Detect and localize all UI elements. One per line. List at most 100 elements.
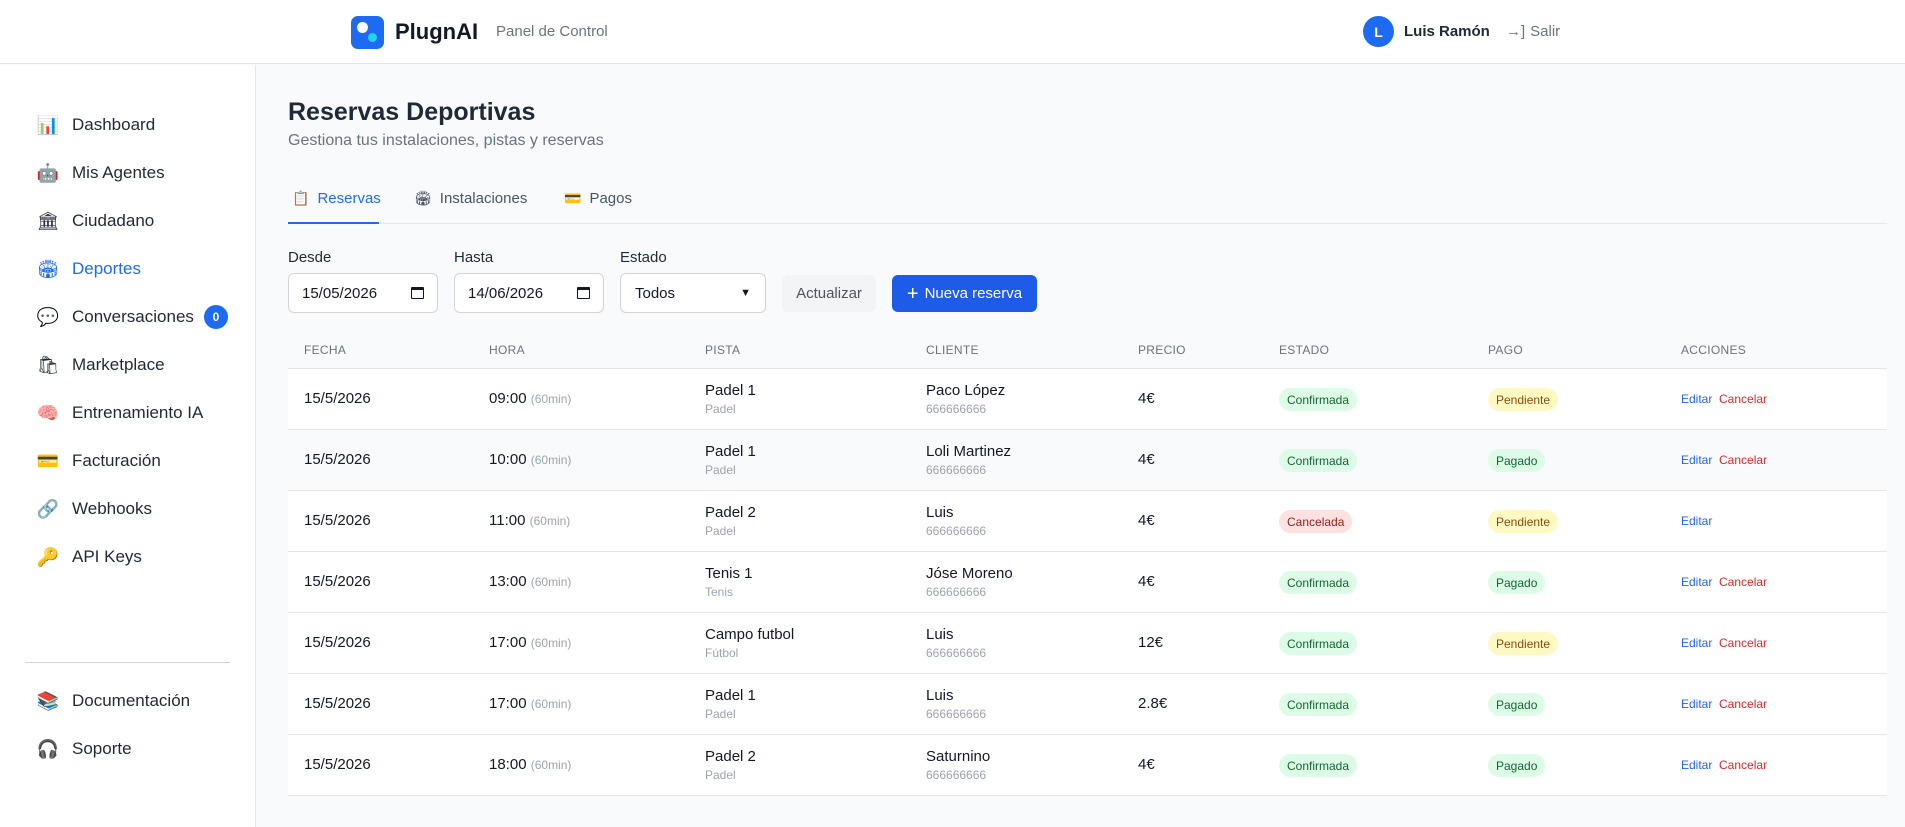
cell-hora: 13:00 (60min) [489, 573, 571, 590]
sidebar-item-webhooks[interactable]: 🔗 Webhooks [37, 494, 152, 524]
edit-link[interactable]: Editar [1681, 758, 1712, 772]
tab-pagos[interactable]: 💳 Pagos [564, 186, 632, 224]
payment-badge: Pagado [1488, 754, 1546, 777]
cancel-link[interactable]: Cancelar [1719, 697, 1767, 711]
cancel-link[interactable]: Cancelar [1719, 392, 1767, 406]
tab-instalaciones[interactable]: 🏟 Instalaciones [414, 186, 527, 224]
cell-fecha: 15/5/2026 [304, 512, 371, 529]
status-badge: Confirmada [1279, 754, 1358, 777]
sidebar-item-label: Dashboard [72, 115, 156, 134]
tab-label: Reservas [317, 190, 381, 207]
cell-telefono: 666666666 [926, 402, 987, 416]
sidebar-item-label: Soporte [72, 739, 132, 758]
sidebar-item-mis-agentes[interactable]: 🤖 Mis Agentes [37, 158, 165, 188]
cell-duracion: (60min) [530, 697, 572, 711]
cell-pista-tipo: Tenis [705, 585, 734, 599]
column-header-fecha: FECHA [304, 343, 347, 357]
cell-duracion: (60min) [529, 514, 571, 528]
cell-precio: 4€ [1138, 390, 1155, 407]
sidebar-item-label: API Keys [72, 547, 142, 566]
sidebar-item-label: Entrenamiento IA [72, 403, 204, 422]
edit-link[interactable]: Editar [1681, 453, 1712, 467]
cell-precio: 4€ [1138, 756, 1155, 773]
cell-hora-value: 11:00 [489, 512, 526, 529]
cell-hora-value: 09:00 [489, 390, 527, 407]
page-title: Reservas Deportivas [288, 98, 536, 126]
cancel-link[interactable]: Cancelar [1719, 575, 1767, 589]
cell-pista-tipo: Padel [705, 402, 736, 416]
cell-hora: 18:00 (60min) [489, 756, 571, 773]
stadium-icon: 🏟 [414, 190, 432, 206]
cell-duracion: (60min) [530, 758, 572, 772]
sidebar-item-conversaciones[interactable]: 💬 Conversaciones 0 [37, 302, 228, 332]
status-filter-label: Estado [620, 249, 667, 266]
new-reservation-button[interactable]: + Nueva reserva [892, 275, 1037, 312]
plugnai-logo-icon[interactable] [351, 16, 384, 49]
sidebar-item-label: Webhooks [72, 499, 153, 518]
cell-telefono: 666666666 [926, 524, 987, 538]
tab-label: Instalaciones [439, 190, 528, 207]
cell-fecha: 15/5/2026 [304, 756, 371, 773]
payment-badge: Pagado [1488, 693, 1546, 716]
user-name[interactable]: Luis Ramón [1404, 23, 1490, 40]
table-row: 15/5/2026 09:00 (60min) Padel 1 Padel Paco L… [288, 369, 1887, 430]
status-filter-select[interactable]: Todos ▼ [620, 273, 766, 313]
cell-pista: Padel 1 [705, 443, 756, 460]
cell-fecha: 15/5/2026 [304, 390, 371, 407]
column-header-pago: PAGO [1488, 343, 1523, 357]
brand-name[interactable]: PlugnAI [395, 19, 478, 45]
table-row: 15/5/2026 11:00 (60min) Padel 2 Padel Luis 66… [288, 491, 1887, 552]
cancel-link[interactable]: Cancelar [1719, 453, 1767, 467]
sidebar-item-label: Facturación [72, 451, 161, 470]
logout-icon: →] [1506, 23, 1526, 40]
to-date-input[interactable]: 14/06/2026 [454, 273, 604, 313]
sidebar-item-documentacion[interactable]: 📚 Documentación [37, 686, 190, 716]
sidebar-item-facturacion[interactable]: 💳 Facturación [37, 446, 161, 476]
from-date-value: 15/05/2026 [302, 284, 378, 302]
tab-reservas[interactable]: 📋 Reservas [288, 186, 381, 224]
sidebar-item-entrenamiento-ia[interactable]: 🧠 Entrenamiento IA [37, 398, 204, 428]
cell-pista: Campo futbol [705, 626, 795, 643]
cell-telefono: 666666666 [926, 768, 987, 782]
cell-pista: Padel 1 [705, 382, 756, 399]
refresh-button[interactable]: Actualizar [782, 275, 876, 312]
sidebar-item-api-keys[interactable]: 🔑 API Keys [37, 542, 142, 572]
avatar[interactable]: L [1363, 16, 1394, 47]
edit-link[interactable]: Editar [1681, 575, 1712, 589]
cell-hora-value: 18:00 [489, 756, 527, 773]
table-row: 15/5/2026 17:00 (60min) Campo futbol Fútbol… [288, 613, 1887, 674]
cell-pista-tipo: Padel [705, 524, 736, 538]
sidebar-item-ciudadano[interactable]: 🏛 Ciudadano [37, 206, 155, 236]
cell-fecha: 15/5/2026 [304, 634, 371, 651]
column-header-pista: PISTA [705, 343, 741, 357]
edit-link[interactable]: Editar [1681, 514, 1712, 528]
sidebar-item-soporte[interactable]: 🎧 Soporte [37, 734, 132, 764]
cell-precio: 2.8€ [1138, 695, 1168, 712]
logout-button[interactable]: →] Salir [1506, 23, 1560, 40]
cell-pista-tipo: Padel [705, 463, 736, 477]
calendar-icon[interactable] [411, 287, 424, 299]
payment-badge: Pendiente [1488, 388, 1559, 411]
calendar-icon[interactable] [577, 287, 590, 299]
cell-precio: 4€ [1138, 512, 1155, 529]
sidebar-item-dashboard[interactable]: 📊 Dashboard [37, 110, 155, 140]
chat-bubble-icon: 💬 [36, 306, 60, 327]
cell-pista: Tenis 1 [705, 565, 753, 582]
cancel-link[interactable]: Cancelar [1719, 636, 1767, 650]
edit-link[interactable]: Editar [1681, 697, 1712, 711]
books-icon: 📚 [36, 690, 60, 711]
sidebar-item-deportes[interactable]: 🏟 Deportes [37, 254, 141, 284]
cell-fecha: 15/5/2026 [304, 573, 371, 590]
column-header-cliente: CLIENTE [926, 343, 979, 357]
cell-duracion: (60min) [530, 636, 572, 650]
edit-link[interactable]: Editar [1681, 636, 1712, 650]
top-header: PlugnAI Panel de Control L Luis Ramón →]… [0, 0, 1905, 64]
from-date-input[interactable]: 15/05/2026 [288, 273, 438, 313]
cell-pista: Padel 2 [705, 748, 756, 765]
cell-pista: Padel 2 [705, 504, 756, 521]
page-subtitle: Gestiona tus instalaciones, pistas y res… [288, 132, 604, 149]
cancel-link[interactable]: Cancelar [1719, 758, 1767, 772]
cell-telefono: 666666666 [926, 585, 987, 599]
sidebar-item-marketplace[interactable]: 🛍 Marketplace [37, 350, 165, 380]
edit-link[interactable]: Editar [1681, 392, 1712, 406]
